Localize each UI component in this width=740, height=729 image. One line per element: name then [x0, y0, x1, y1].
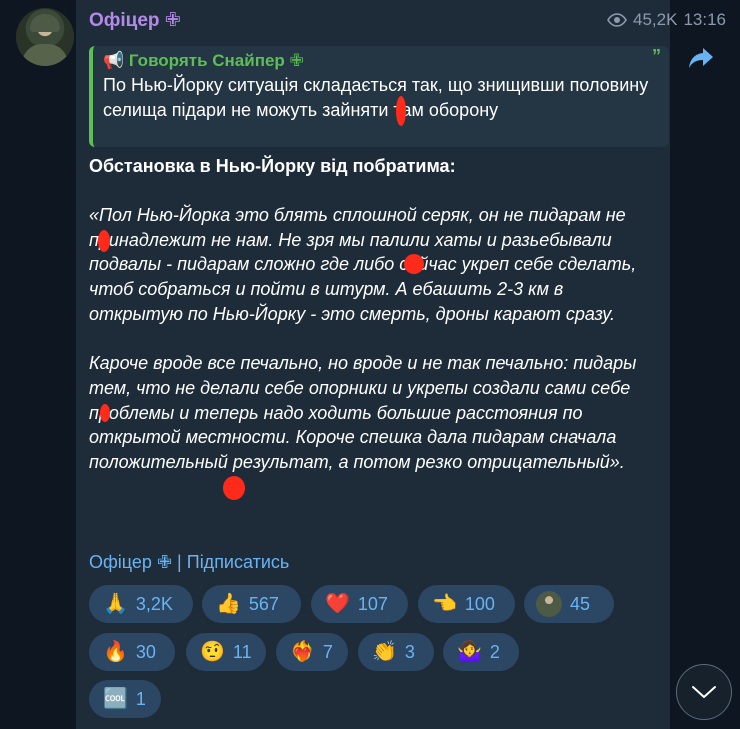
reaction-count: 2 [489, 641, 500, 662]
message-meta: 45,2K 13:16 [607, 10, 726, 30]
fire-icon: 🔥 [103, 641, 128, 663]
censor-mark [223, 476, 245, 500]
reaction-fire[interactable]: 🔥 30 [89, 633, 175, 671]
reply-author: 📢 Говорять Снайпер ✙ [103, 51, 304, 70]
censor-mark [404, 254, 424, 274]
quote-mark-icon: ” [652, 46, 661, 66]
scroll-down-button[interactable] [676, 664, 732, 720]
views-count: 45,2K [633, 10, 678, 29]
reaction-heart[interactable]: ❤️ 107 [311, 585, 408, 623]
channel-link[interactable]: Офіцер ✙ [89, 552, 172, 572]
author-avatar[interactable] [16, 8, 74, 66]
reaction-shrug[interactable]: 🤷‍♀️ 2 [443, 633, 519, 671]
signature-separator: | [177, 552, 182, 572]
message-quote: «Пол Нью-Йорка это блять сплошной серяк,… [89, 203, 654, 499]
reaction-thumbs-up[interactable]: 👍 567 [202, 585, 301, 623]
avatar-body [22, 44, 68, 66]
reaction-count: 100 [464, 593, 495, 614]
shrug-icon: 🤷‍♀️ [457, 641, 482, 663]
censor-mark [100, 404, 110, 422]
reaction-channel-avatar[interactable]: 45 [524, 585, 614, 623]
subscribe-link[interactable]: Підписатись [187, 552, 290, 572]
reaction-count: 1 [135, 688, 146, 709]
reaction-cool[interactable]: 🆒 1 [89, 680, 161, 718]
author-name[interactable]: Офіцер ✙ [89, 9, 181, 32]
avatar-helmet [30, 14, 60, 32]
pointing-hand-icon: 👈 [432, 593, 457, 615]
message-time: 13:16 [683, 10, 726, 29]
thumbs-up-icon: 👍 [216, 593, 241, 615]
reaction-count: 567 [248, 593, 279, 614]
reaction-pray[interactable]: 🙏 3,2K [89, 585, 193, 623]
forward-icon[interactable] [688, 46, 714, 70]
reaction-count: 7 [322, 641, 333, 662]
heart-icon: ❤️ [325, 593, 350, 615]
channel-avatar-icon [536, 591, 562, 617]
reaction-count: 3 [404, 641, 415, 662]
channel-signature: Офіцер ✙ | Підписатись [89, 550, 289, 574]
raised-eyebrow-icon: 🤨 [200, 641, 225, 663]
chevron-down-icon [692, 686, 716, 698]
clapping-icon: 👏 [372, 641, 397, 663]
cool-icon: 🆒 [103, 688, 128, 710]
reaction-clapping[interactable]: 👏 3 [358, 633, 434, 671]
message-headline: Обстановка в Нью-Йорку від побратима: [89, 156, 456, 176]
reaction-count: 11 [232, 641, 252, 662]
heart-on-fire-icon: ❤️‍🔥 [290, 641, 315, 663]
censor-mark [396, 96, 406, 126]
reply-text: По Нью-Йорку ситуація складається так, щ… [103, 75, 649, 120]
views-eye-icon [607, 13, 627, 27]
reaction-pointing-hand[interactable]: 👈 100 [418, 585, 515, 623]
reaction-count: 30 [135, 641, 156, 662]
censor-mark [98, 230, 110, 252]
pray-icon: 🙏 [103, 593, 128, 615]
reaction-count: 3,2K [135, 593, 173, 614]
reaction-raised-eyebrow[interactable]: 🤨 11 [186, 633, 266, 671]
reaction-heart-on-fire[interactable]: ❤️‍🔥 7 [276, 633, 348, 671]
reaction-count: 45 [570, 593, 591, 614]
quote-paragraph-2: Кароче вроде все печально, но вроде и не… [89, 353, 637, 473]
reaction-count: 107 [357, 593, 388, 614]
reply-preview[interactable]: 📢 Говорять Снайпер ✙ ” По Нью-Йорку ситу… [89, 46, 669, 147]
quote-paragraph-1: «Пол Нью-Йорка это блять сплошной серяк,… [89, 205, 637, 324]
